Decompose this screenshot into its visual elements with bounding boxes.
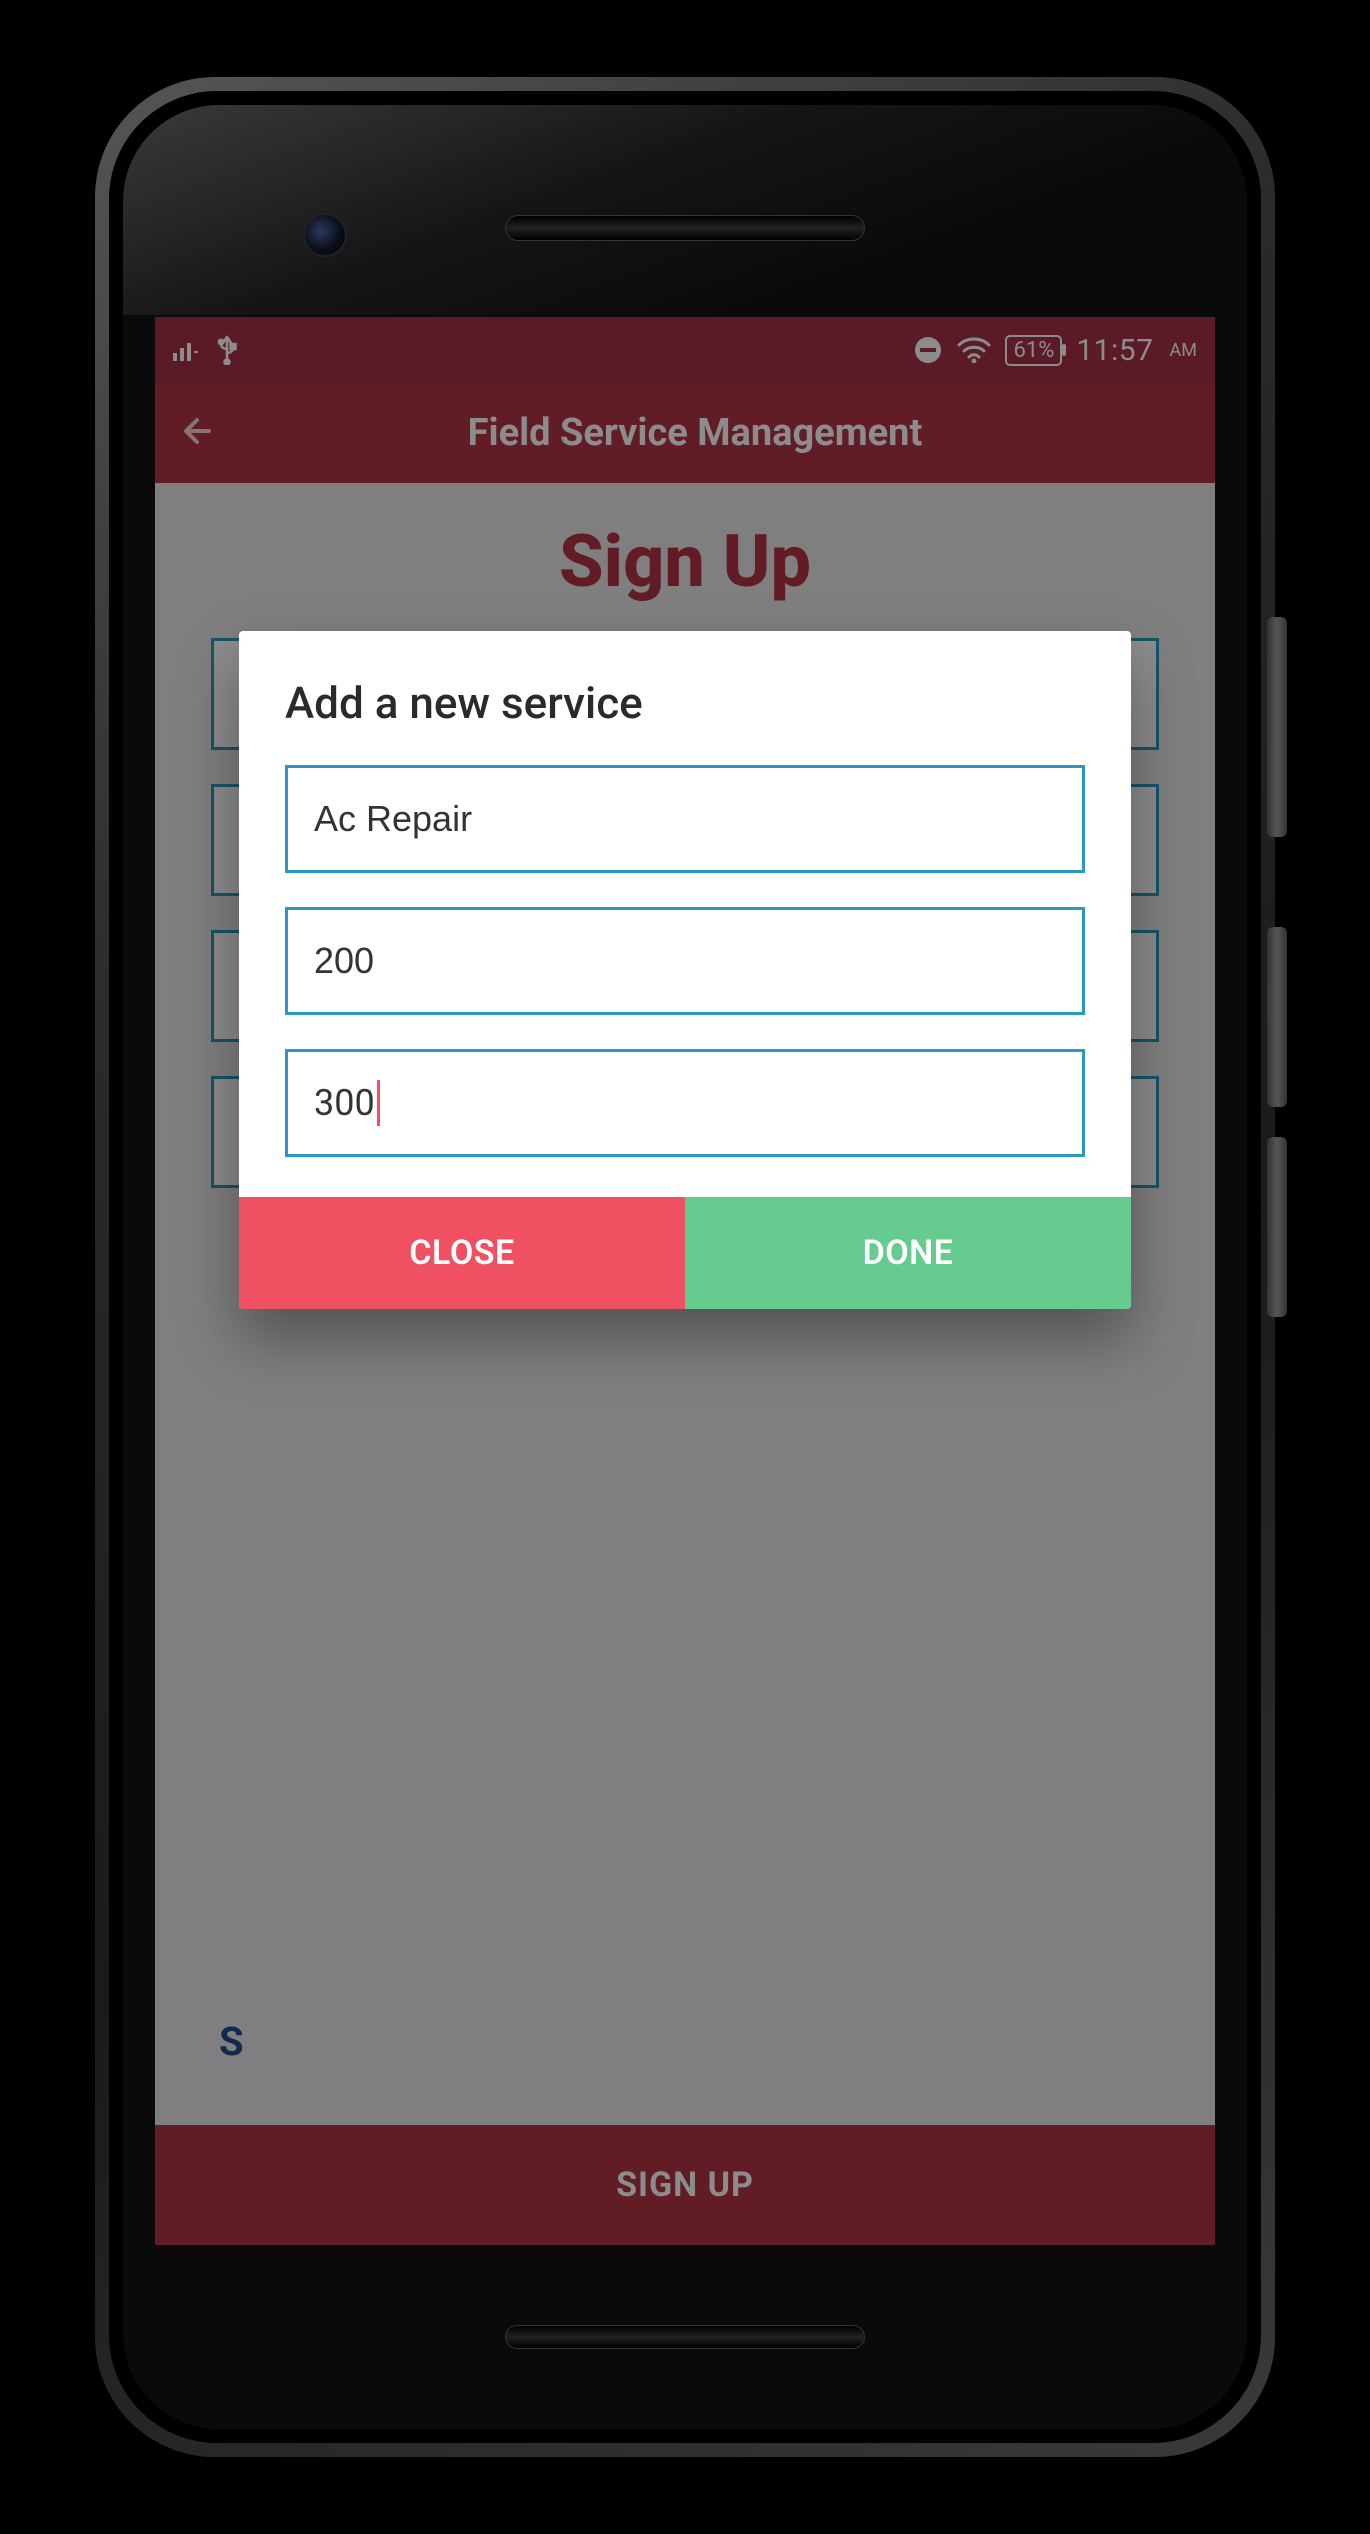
text-caret bbox=[377, 1080, 380, 1126]
dialog-title: Add a new service bbox=[285, 677, 1085, 729]
device-mockup: 61% 11:57 AM Field Service Management Si… bbox=[95, 77, 1275, 2457]
add-service-dialog: Add a new service 300 bbox=[239, 631, 1131, 1309]
close-button[interactable]: CLOSE bbox=[239, 1197, 685, 1309]
device-speaker bbox=[505, 2325, 865, 2349]
service-value-b-input[interactable]: 300 bbox=[285, 1049, 1085, 1157]
service-value-b-text: 300 bbox=[314, 1082, 375, 1124]
done-button[interactable]: DONE bbox=[685, 1197, 1131, 1309]
service-name-input[interactable] bbox=[285, 765, 1085, 873]
dialog-actions: CLOSE DONE bbox=[239, 1197, 1131, 1309]
device-volume-down bbox=[1267, 1137, 1287, 1317]
service-value-a-input[interactable] bbox=[285, 907, 1085, 1015]
service-value-a-input-field[interactable] bbox=[314, 940, 1056, 982]
device-volume-up bbox=[1267, 927, 1287, 1107]
device-earpiece bbox=[505, 215, 865, 241]
device-front-camera bbox=[303, 213, 347, 257]
service-name-input-field[interactable] bbox=[314, 798, 1056, 840]
device-power-button bbox=[1267, 617, 1287, 837]
screen: 61% 11:57 AM Field Service Management Si… bbox=[155, 317, 1215, 2245]
